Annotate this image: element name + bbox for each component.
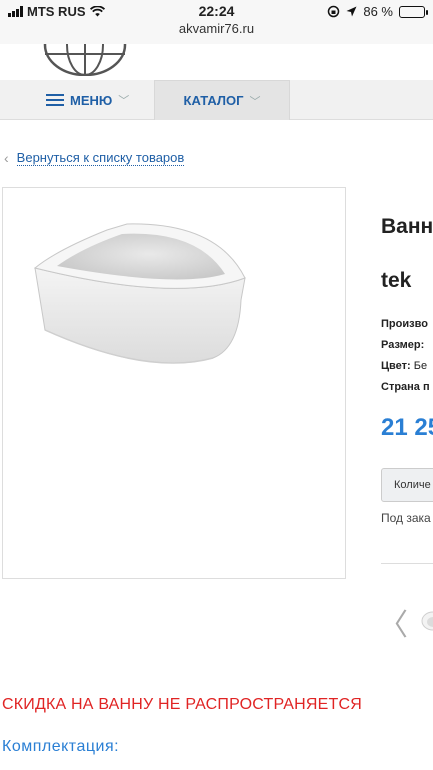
- quantity-button[interactable]: Количе: [381, 468, 433, 502]
- orientation-lock-icon: [328, 5, 340, 18]
- product-title: Ванн tek: [381, 215, 433, 292]
- chevron-left-icon: ‹: [4, 150, 9, 166]
- discount-notice: СКИДКА НА ВАННУ НЕ РАСПРОСТРАНЯЕТСЯ: [2, 696, 362, 713]
- catalog-button[interactable]: КАТАЛОГ ﹀: [154, 80, 290, 120]
- hamburger-icon: [46, 94, 64, 106]
- spec-row: Произво: [381, 314, 433, 335]
- spec-row: Размер:: [381, 335, 433, 356]
- catalog-label: КАТАЛОГ: [183, 93, 244, 108]
- globe-logo-icon[interactable]: [40, 44, 130, 76]
- spec-row: Цвет: Бе: [381, 356, 433, 377]
- chevron-down-icon: ﹀: [118, 95, 130, 107]
- main-nav: МЕНЮ ﹀ КАТАЛОГ ﹀: [0, 80, 433, 120]
- equipment-heading: Комплектация:: [2, 738, 120, 755]
- product-specs: Произво Размер: Цвет: Бе Страна п: [381, 314, 433, 398]
- chevron-down-icon: ﹀: [249, 95, 261, 108]
- spec-value: Бе: [413, 360, 428, 372]
- location-arrow-icon: [346, 6, 357, 17]
- order-note: Под зака: [381, 511, 431, 525]
- divider: [381, 563, 433, 564]
- thumbnail-prev-icon[interactable]: 〈: [378, 600, 408, 644]
- spec-label: Страна п: [381, 381, 430, 393]
- site-header: [0, 44, 433, 80]
- status-bar: MTS RUS 22:24 akvamir76.ru 86 %: [0, 0, 433, 44]
- menu-button[interactable]: МЕНЮ ﹀: [46, 80, 129, 120]
- product-price: 21 25: [381, 414, 433, 441]
- thumbnail-image[interactable]: [420, 608, 433, 634]
- battery-percent: 86 %: [363, 4, 393, 19]
- spec-label: Произво: [381, 318, 428, 330]
- spec-label: Цвет:: [381, 360, 411, 372]
- address-url[interactable]: akvamir76.ru: [0, 21, 433, 36]
- battery-icon: [399, 5, 428, 18]
- bathtub-image: [33, 223, 246, 364]
- spec-label: Размер:: [381, 339, 425, 351]
- status-right: 86 %: [327, 4, 428, 19]
- back-to-list-link[interactable]: ‹ Вернуться к списку товаров: [4, 150, 185, 166]
- spec-row: Страна п: [381, 377, 433, 398]
- product-image-frame[interactable]: [2, 187, 346, 579]
- menu-label: МЕНЮ: [70, 92, 113, 108]
- back-link-label: Вернуться к списку товаров: [16, 150, 185, 166]
